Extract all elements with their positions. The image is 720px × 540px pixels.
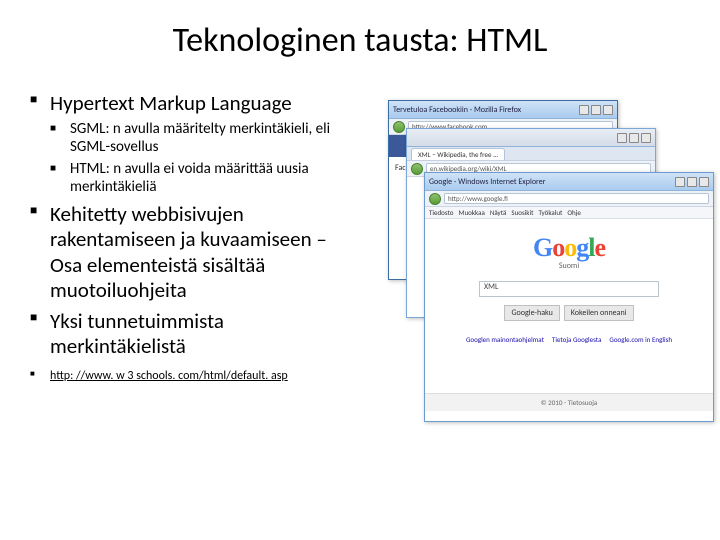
sub-list: SGML: n avulla määritelty merkintäkieli,… xyxy=(50,120,363,196)
page-google: Google Suomi XML Google-haku Kokeilen on… xyxy=(425,219,713,411)
menu-item[interactable]: Suosikit xyxy=(511,208,533,217)
minimize-button[interactable] xyxy=(617,133,627,143)
minimize-button[interactable] xyxy=(579,105,589,115)
google-region: Suomi xyxy=(559,261,579,271)
bullet-3: Yksi tunnetuimmista merkintäkielistä xyxy=(30,309,363,359)
menu-item[interactable]: Tiedosto xyxy=(429,208,454,217)
titlebar-firefox: Tervetuloa Facebookiin - Mozilla Firefox xyxy=(389,101,617,119)
toolbar-ie: http://www.google.fi xyxy=(425,191,713,207)
maximize-button[interactable] xyxy=(591,105,601,115)
back-icon[interactable] xyxy=(429,193,441,205)
back-icon[interactable] xyxy=(393,121,405,133)
titlebar-text: Google - Windows Internet Explorer xyxy=(429,177,545,187)
titlebar-chrome xyxy=(407,129,655,147)
tabstrip-chrome: XML – Wikipedia, the free ... xyxy=(407,147,655,161)
maximize-button[interactable] xyxy=(629,133,639,143)
google-search-input[interactable]: XML xyxy=(479,281,659,297)
google-links: Googlen mainontaohjelmat Tietoja Googles… xyxy=(466,335,672,344)
bullet-1: Hypertext Markup Language SGML: n avulla… xyxy=(30,91,363,196)
close-button[interactable] xyxy=(641,133,651,143)
bullet-2: Kehitetty webbisivujen rakentamiseen ja … xyxy=(30,202,363,303)
google-search-button[interactable]: Google-haku xyxy=(504,305,559,321)
menu-item[interactable]: Näytä xyxy=(490,208,507,217)
text-column: Hypertext Markup Language SGML: n avulla… xyxy=(30,91,373,390)
bullet-1-text: Hypertext Markup Language xyxy=(50,90,292,116)
google-link[interactable]: Google.com in English xyxy=(609,335,672,344)
window-ie: Google - Windows Internet Explorer http:… xyxy=(424,172,714,422)
menu-item[interactable]: Muokkaa xyxy=(459,208,485,217)
google-link[interactable]: Googlen mainontaohjelmat xyxy=(466,335,544,344)
bullet-1-1: SGML: n avulla määritelty merkintäkieli,… xyxy=(50,120,363,156)
bullet-4-link[interactable]: http: //www. w 3 schools. com/html/defau… xyxy=(30,369,363,383)
browser-screenshots: Tervetuloa Facebookiin - Mozilla Firefox… xyxy=(388,100,708,440)
google-link[interactable]: Tietoja Googlesta xyxy=(552,335,602,344)
google-lucky-button[interactable]: Kokeilen onneani xyxy=(564,305,634,321)
window-buttons xyxy=(675,177,709,187)
titlebar-text: Tervetuloa Facebookiin - Mozilla Firefox xyxy=(393,105,521,115)
close-button[interactable] xyxy=(699,177,709,187)
bullet-1-2: HTML: n avulla ei voida määrittää uusia … xyxy=(50,160,363,196)
maximize-button[interactable] xyxy=(687,177,697,187)
back-icon[interactable] xyxy=(411,163,423,175)
minimize-button[interactable] xyxy=(675,177,685,187)
menu-item[interactable]: Ohje xyxy=(567,208,580,217)
google-logo: Google xyxy=(533,233,605,263)
bullet-list: Hypertext Markup Language SGML: n avulla… xyxy=(30,91,363,384)
close-button[interactable] xyxy=(603,105,613,115)
tab-wikipedia[interactable]: XML – Wikipedia, the free ... xyxy=(411,148,505,160)
window-buttons xyxy=(579,105,613,115)
address-bar[interactable]: http://www.google.fi xyxy=(444,193,709,204)
titlebar-ie: Google - Windows Internet Explorer xyxy=(425,173,713,191)
menubar-ie: Tiedosto Muokkaa Näytä Suosikit Työkalut… xyxy=(425,207,713,219)
google-buttons: Google-haku Kokeilen onneani xyxy=(504,305,633,321)
google-footer: © 2010 - Tietosuoja xyxy=(425,393,713,411)
window-buttons xyxy=(617,133,651,143)
slide-title: Teknologinen tausta: HTML xyxy=(30,20,690,61)
menu-item[interactable]: Työkalut xyxy=(538,208,562,217)
